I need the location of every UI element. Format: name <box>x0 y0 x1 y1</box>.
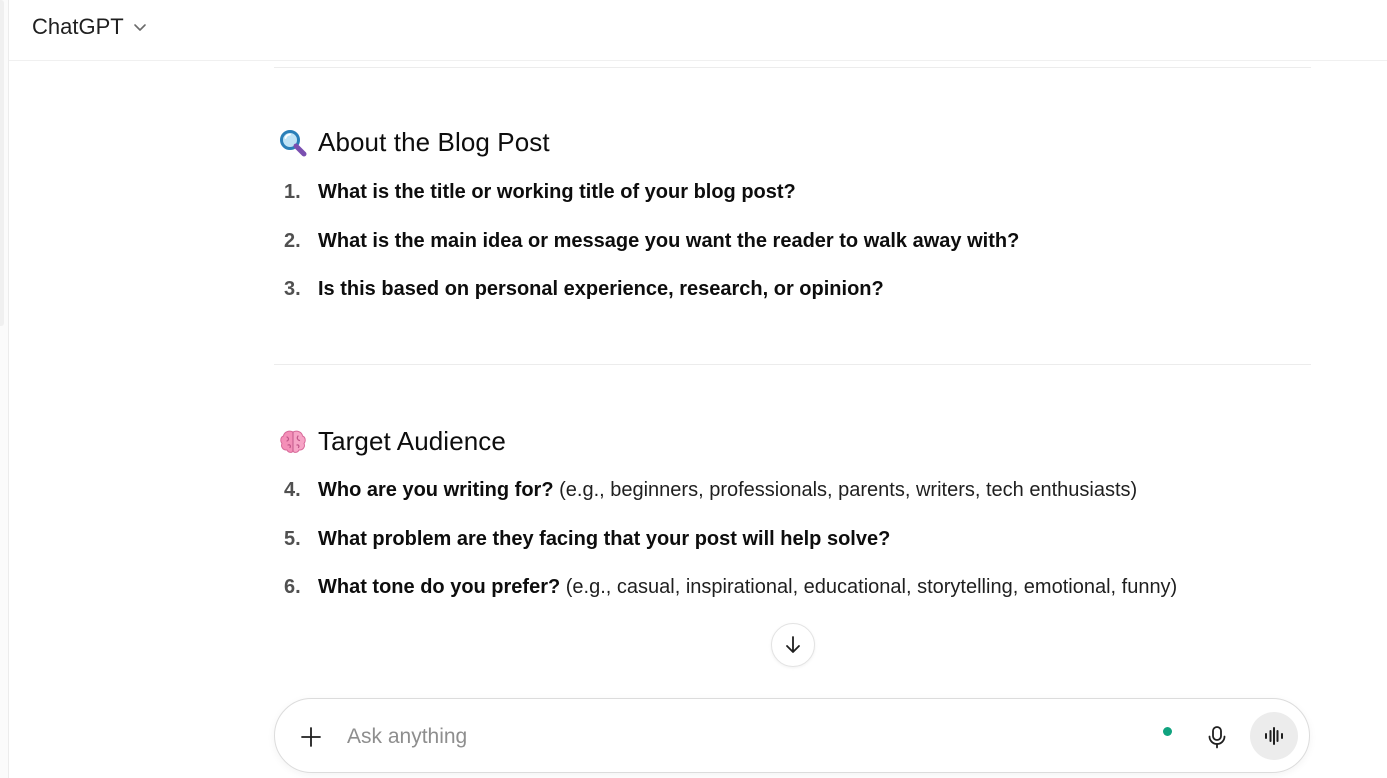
question-text: Is this based on personal experience, re… <box>318 278 884 300</box>
prompt-input[interactable] <box>345 717 1129 757</box>
item-number: 2. <box>284 230 301 252</box>
divider <box>274 364 1311 365</box>
magnifier-icon <box>280 129 307 156</box>
plus-icon <box>301 727 321 747</box>
section-title: About the Blog Post <box>318 127 550 157</box>
voice-mode-icon <box>1265 727 1283 745</box>
question-text: What is the main idea or message you wan… <box>318 230 1020 252</box>
list-item: 3. Is this based on personal experience,… <box>284 278 884 301</box>
item-number: 6. <box>284 576 301 598</box>
section-heading-about: About the Blog Post <box>278 127 550 158</box>
sidebar-rail-tab[interactable] <box>0 0 4 326</box>
status-indicator <box>1163 727 1172 736</box>
list-item: 1. What is the title or working title of… <box>284 181 796 204</box>
list-item: 6. What tone do you prefer? (e.g., casua… <box>284 576 1177 599</box>
section-heading-audience: Target Audience <box>278 426 506 457</box>
list-item: 2. What is the main idea or message you … <box>284 230 1019 253</box>
chevron-down-icon <box>133 24 146 31</box>
scroll-to-bottom-button[interactable] <box>771 623 815 667</box>
arrow-down-icon <box>786 636 800 653</box>
list-item: 5. What problem are they facing that you… <box>284 528 890 551</box>
message-composer <box>274 698 1310 773</box>
question-text: Who are you writing for? <box>318 479 554 501</box>
conversation-area: About the Blog Post 1. What is the title… <box>274 61 1311 661</box>
question-text: What is the title or working title of yo… <box>318 181 796 203</box>
item-number: 1. <box>284 181 301 203</box>
dictate-button[interactable] <box>1203 723 1231 751</box>
brain-icon <box>280 430 306 453</box>
section-title: Target Audience <box>318 426 506 456</box>
microphone-icon <box>1208 726 1226 749</box>
model-name: ChatGPT <box>32 14 124 39</box>
question-text: What tone do you prefer? <box>318 576 561 598</box>
voice-mode-button[interactable] <box>1250 712 1298 760</box>
top-bar: ChatGPT <box>9 0 1387 61</box>
question-hint: (e.g., beginners, professionals, parents… <box>553 479 1138 501</box>
item-number: 5. <box>284 528 301 550</box>
attach-button[interactable] <box>297 723 325 751</box>
question-hint: (e.g., casual, inspirational, educationa… <box>560 576 1178 598</box>
item-number: 4. <box>284 479 301 501</box>
list-item: 4. Who are you writing for? (e.g., begin… <box>284 479 1137 502</box>
model-selector[interactable]: ChatGPT <box>32 11 148 43</box>
divider <box>274 67 1311 68</box>
sidebar-rail <box>0 0 9 778</box>
question-text: What problem are they facing that your p… <box>318 528 891 550</box>
item-number: 3. <box>284 278 301 300</box>
